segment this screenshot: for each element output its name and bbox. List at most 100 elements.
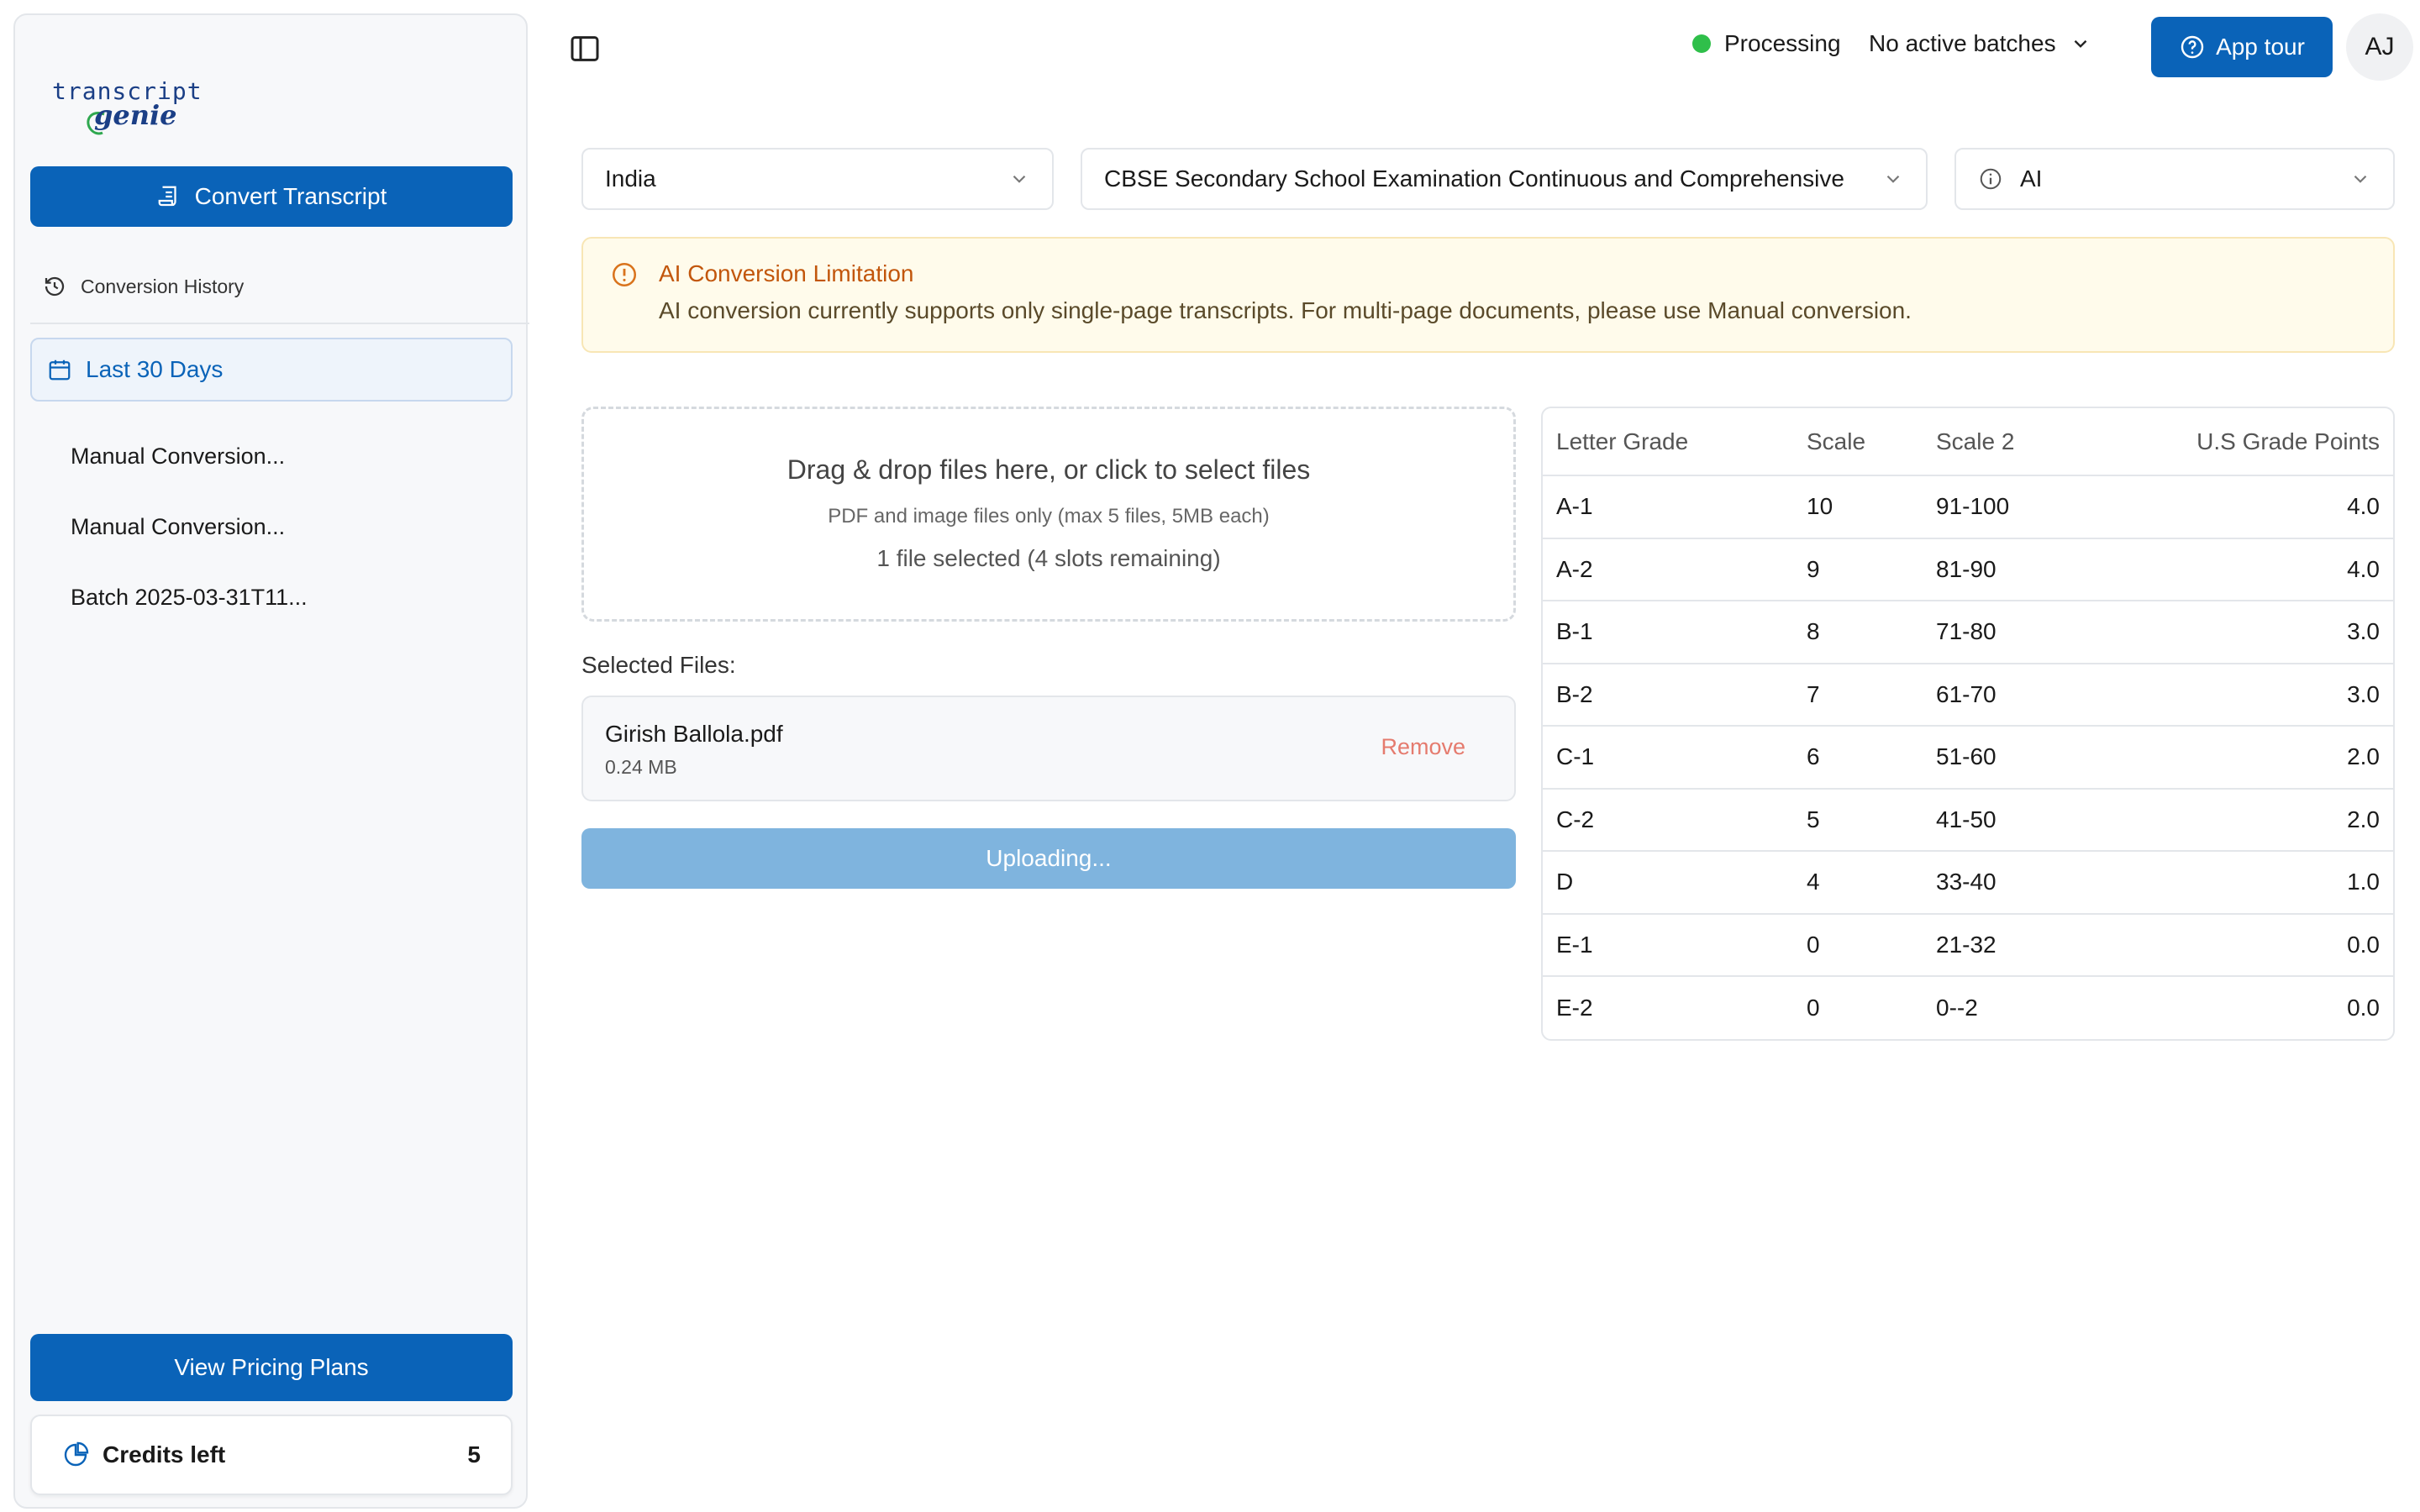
country-select-value: India [605, 165, 656, 192]
table-row: B-1 8 71-80 3.0 [1543, 600, 2393, 664]
view-pricing-plans-label: View Pricing Plans [174, 1354, 369, 1380]
file-dropzone[interactable]: Drag & drop files here, or click to sele… [581, 407, 1516, 622]
table-cell: 0.0 [2141, 975, 2393, 1039]
table-cell: 4 [1793, 850, 1923, 914]
dropzone-instructions: Drag & drop files here, or click to sele… [786, 454, 1311, 485]
credits-panel: Credits left 5 [30, 1415, 513, 1495]
table-cell: 0--2 [1923, 975, 2141, 1039]
upload-button[interactable]: Uploading... [581, 828, 1516, 889]
conversion-mode-select[interactable]: AI [1954, 148, 2395, 210]
chevron-down-icon [2074, 39, 2086, 48]
table-cell: B-2 [1543, 662, 1793, 726]
sidebar: transcript genie Convert Transcript Conv… [13, 13, 529, 1509]
help-circle-icon [2181, 35, 2204, 59]
convert-transcript-label: Convert Transcript [194, 183, 387, 209]
table-row: D 4 33-40 1.0 [1543, 850, 2393, 914]
table-cell: 5 [1793, 787, 1923, 851]
table-cell: 3.0 [2141, 600, 2393, 664]
logo-text-bottom: genie [94, 99, 177, 131]
logo[interactable]: transcript genie [37, 62, 205, 146]
history-item[interactable]: Batch 2025-03-31T11... [71, 585, 308, 611]
table-cell: 2.0 [2141, 787, 2393, 851]
table-cell: E-2 [1543, 975, 1793, 1039]
alert-circle-icon [612, 262, 637, 287]
conversion-history-header[interactable]: Conversion History [42, 274, 244, 299]
column-header: Scale 2 [1936, 428, 2015, 454]
chevron-down-icon [2354, 175, 2367, 183]
grade-scale-table: Letter Grade Scale Scale 2 U.S Grade Poi… [1541, 407, 2395, 1041]
history-item[interactable]: Manual Conversion... [71, 514, 285, 540]
file-size: 0.24 MB [605, 756, 677, 778]
batches-label: No active batches [1869, 30, 2056, 56]
processing-status-label: Processing [1724, 30, 1841, 56]
table-cell: 2.0 [2141, 725, 2393, 789]
conversion-mode-value: AI [2020, 165, 2043, 192]
table-cell: 81-90 [1923, 537, 2141, 601]
table-cell: 33-40 [1923, 850, 2141, 914]
table-header-row: Letter Grade Scale Scale 2 U.S Grade Poi… [1543, 408, 2393, 475]
table-cell: 3.0 [2141, 662, 2393, 726]
table-cell: 71-80 [1923, 600, 2141, 664]
table-cell: A-2 [1543, 537, 1793, 601]
date-filter-button[interactable]: Last 30 Days [30, 338, 513, 402]
chevron-down-icon [1886, 175, 1900, 183]
processing-status: Processing [1692, 30, 1841, 57]
dropzone-selection-count: 1 file selected (4 slots remaining) [876, 545, 1221, 571]
credits-label: Credits left [103, 1441, 226, 1467]
table-cell: 1.0 [2141, 850, 2393, 914]
avatar-initials: AJ [2365, 33, 2395, 60]
table-row: E-2 0 0--2 0.0 [1543, 975, 2393, 1039]
board-select[interactable]: CBSE Secondary School Examination Contin… [1081, 148, 1928, 210]
table-cell: 21-32 [1923, 912, 2141, 976]
column-header: Scale [1807, 428, 1866, 454]
column-header: U.S Grade Points [2196, 428, 2380, 454]
table-cell: 4.0 [2141, 475, 2393, 538]
dropzone-file-limits: PDF and image files only (max 5 files, 5… [828, 505, 1270, 528]
table-cell: 0.0 [2141, 912, 2393, 976]
table-row: B-2 7 61-70 3.0 [1543, 662, 2393, 726]
alert-message: AI conversion currently supports only si… [659, 297, 1912, 323]
table-cell: E-1 [1543, 912, 1793, 976]
history-icon [45, 276, 65, 297]
table-cell: 91-100 [1923, 475, 2141, 538]
batches-dropdown[interactable]: No active batches [1869, 30, 2091, 57]
app-tour-button[interactable]: App tour [2151, 17, 2333, 77]
sidebar-toggle-icon [571, 36, 599, 61]
app-tour-label: App tour [2216, 34, 2305, 60]
table-cell: 10 [1793, 475, 1923, 538]
table-cell: C-2 [1543, 787, 1793, 851]
table-cell: 8 [1793, 600, 1923, 664]
file-name: Girish Ballola.pdf [605, 721, 783, 747]
credits-value: 5 [467, 1441, 481, 1467]
table-cell: 9 [1793, 537, 1923, 601]
table-cell: B-1 [1543, 600, 1793, 664]
table-cell: 6 [1793, 725, 1923, 789]
alert-title: AI Conversion Limitation [659, 260, 914, 286]
scroll-icon [158, 186, 176, 207]
pie-chart-icon [64, 1441, 89, 1467]
info-icon [1980, 168, 2002, 190]
toggle-sidebar-button[interactable] [568, 32, 602, 70]
table-row: C-2 5 41-50 2.0 [1543, 787, 2393, 851]
column-header: Letter Grade [1556, 428, 1689, 454]
table-cell: A-1 [1543, 475, 1793, 538]
ai-limitation-alert: AI Conversion Limitation AI conversion c… [581, 237, 2395, 353]
avatar[interactable]: AJ [2346, 13, 2413, 81]
divider [30, 323, 529, 324]
history-item[interactable]: Manual Conversion... [71, 444, 285, 470]
table-row: E-1 0 21-32 0.0 [1543, 912, 2393, 976]
table-row: C-1 6 51-60 2.0 [1543, 725, 2393, 789]
date-filter-label: Last 30 Days [86, 356, 224, 382]
upload-button-label: Uploading... [986, 845, 1112, 871]
table-cell: 0 [1793, 912, 1923, 976]
selected-file-item: Girish Ballola.pdf 0.24 MB Remove [581, 696, 1516, 801]
remove-file-button[interactable]: Remove [1381, 734, 1465, 760]
country-select[interactable]: India [581, 148, 1054, 210]
status-dot-icon [1692, 34, 1711, 53]
board-select-value: CBSE Secondary School Examination Contin… [1104, 165, 1844, 192]
view-pricing-plans-button[interactable]: View Pricing Plans [30, 1334, 513, 1401]
chevron-down-icon [1013, 175, 1026, 183]
table-cell: 41-50 [1923, 787, 2141, 851]
selected-files-label: Selected Files: [581, 652, 736, 678]
convert-transcript-button[interactable]: Convert Transcript [30, 166, 513, 227]
